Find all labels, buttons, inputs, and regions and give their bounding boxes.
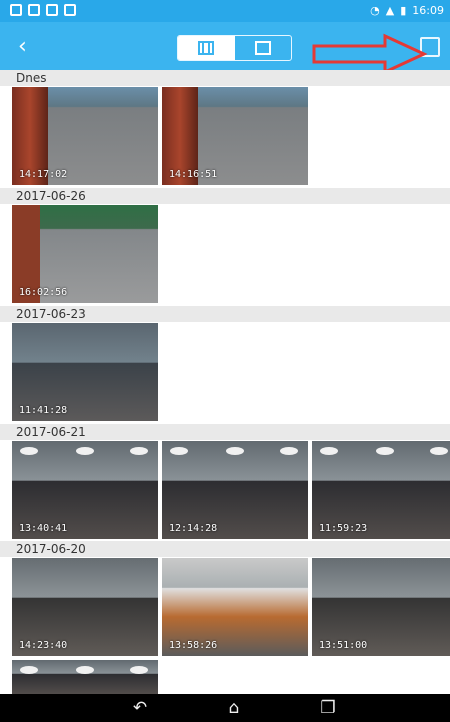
video-thumbnail[interactable]: 14:16:51 xyxy=(162,87,308,185)
thumbnail-time: 13:58:26 xyxy=(169,640,218,651)
video-thumbnail[interactable]: 11:59:23 xyxy=(312,441,450,539)
thumbnail-time: 16:02:56 xyxy=(19,287,68,298)
video-thumbnail[interactable] xyxy=(12,660,158,694)
thumbnail-time: 12:14:28 xyxy=(169,523,218,534)
section-header: 2017-06-21 xyxy=(0,424,450,440)
nav-back-icon[interactable]: ↶ xyxy=(128,698,152,718)
notification-icon xyxy=(64,4,76,16)
video-thumbnail[interactable]: 14:17:02 xyxy=(12,87,158,185)
nav-recents-icon[interactable]: ❐ xyxy=(316,698,340,718)
video-thumbnail[interactable]: 14:23:40 xyxy=(12,558,158,656)
video-thumbnail[interactable]: 16:02:56 xyxy=(12,205,158,303)
nav-home-icon[interactable]: ⌂ xyxy=(222,698,246,718)
video-thumbnail[interactable]: 12:14:28 xyxy=(162,441,308,539)
thumbnail-time: 11:41:28 xyxy=(19,405,68,416)
notification-icon xyxy=(10,4,22,16)
section-header: 2017-06-20 xyxy=(0,541,450,557)
video-thumbnail[interactable]: 13:40:41 xyxy=(12,441,158,539)
clock: 16:09 xyxy=(412,4,444,17)
notification-icon xyxy=(46,4,58,16)
notification-icon xyxy=(28,4,40,16)
notification-icons xyxy=(10,4,76,16)
image-icon[interactable] xyxy=(235,36,292,60)
status-right: ◔ ▲ ▮ 16:09 xyxy=(370,4,444,17)
signal-icon: ▲ xyxy=(385,4,395,17)
video-thumbnail[interactable]: 11:41:28 xyxy=(12,323,158,421)
section-header: 2017-06-23 xyxy=(0,306,450,322)
section-header: Dnes xyxy=(0,70,450,86)
video-thumbnail[interactable]: 13:51:00 xyxy=(312,558,450,656)
battery-icon: ▮ xyxy=(400,4,407,17)
wifi-icon: ◔ xyxy=(370,4,380,17)
thumbnail-time: 11:59:23 xyxy=(319,523,368,534)
thumbnail-time: 13:51:00 xyxy=(319,640,368,651)
back-arrow-icon[interactable]: ‹ xyxy=(18,34,44,60)
thumbnail-time: 14:23:40 xyxy=(19,640,68,651)
status-bar: ◔ ▲ ▮ 16:09 xyxy=(0,0,450,22)
video-grid-icon[interactable] xyxy=(178,36,235,60)
thumbnail-time: 14:17:02 xyxy=(19,169,68,180)
thumbnail-time: 13:40:41 xyxy=(19,523,68,534)
navigation-bar: ↶ ⌂ ❐ xyxy=(0,694,450,722)
video-thumbnail[interactable]: 13:58:26 xyxy=(162,558,308,656)
section-header: 2017-06-26 xyxy=(0,188,450,204)
view-mode-toggle[interactable] xyxy=(177,35,292,61)
thumbnail-time: 14:16:51 xyxy=(169,169,218,180)
